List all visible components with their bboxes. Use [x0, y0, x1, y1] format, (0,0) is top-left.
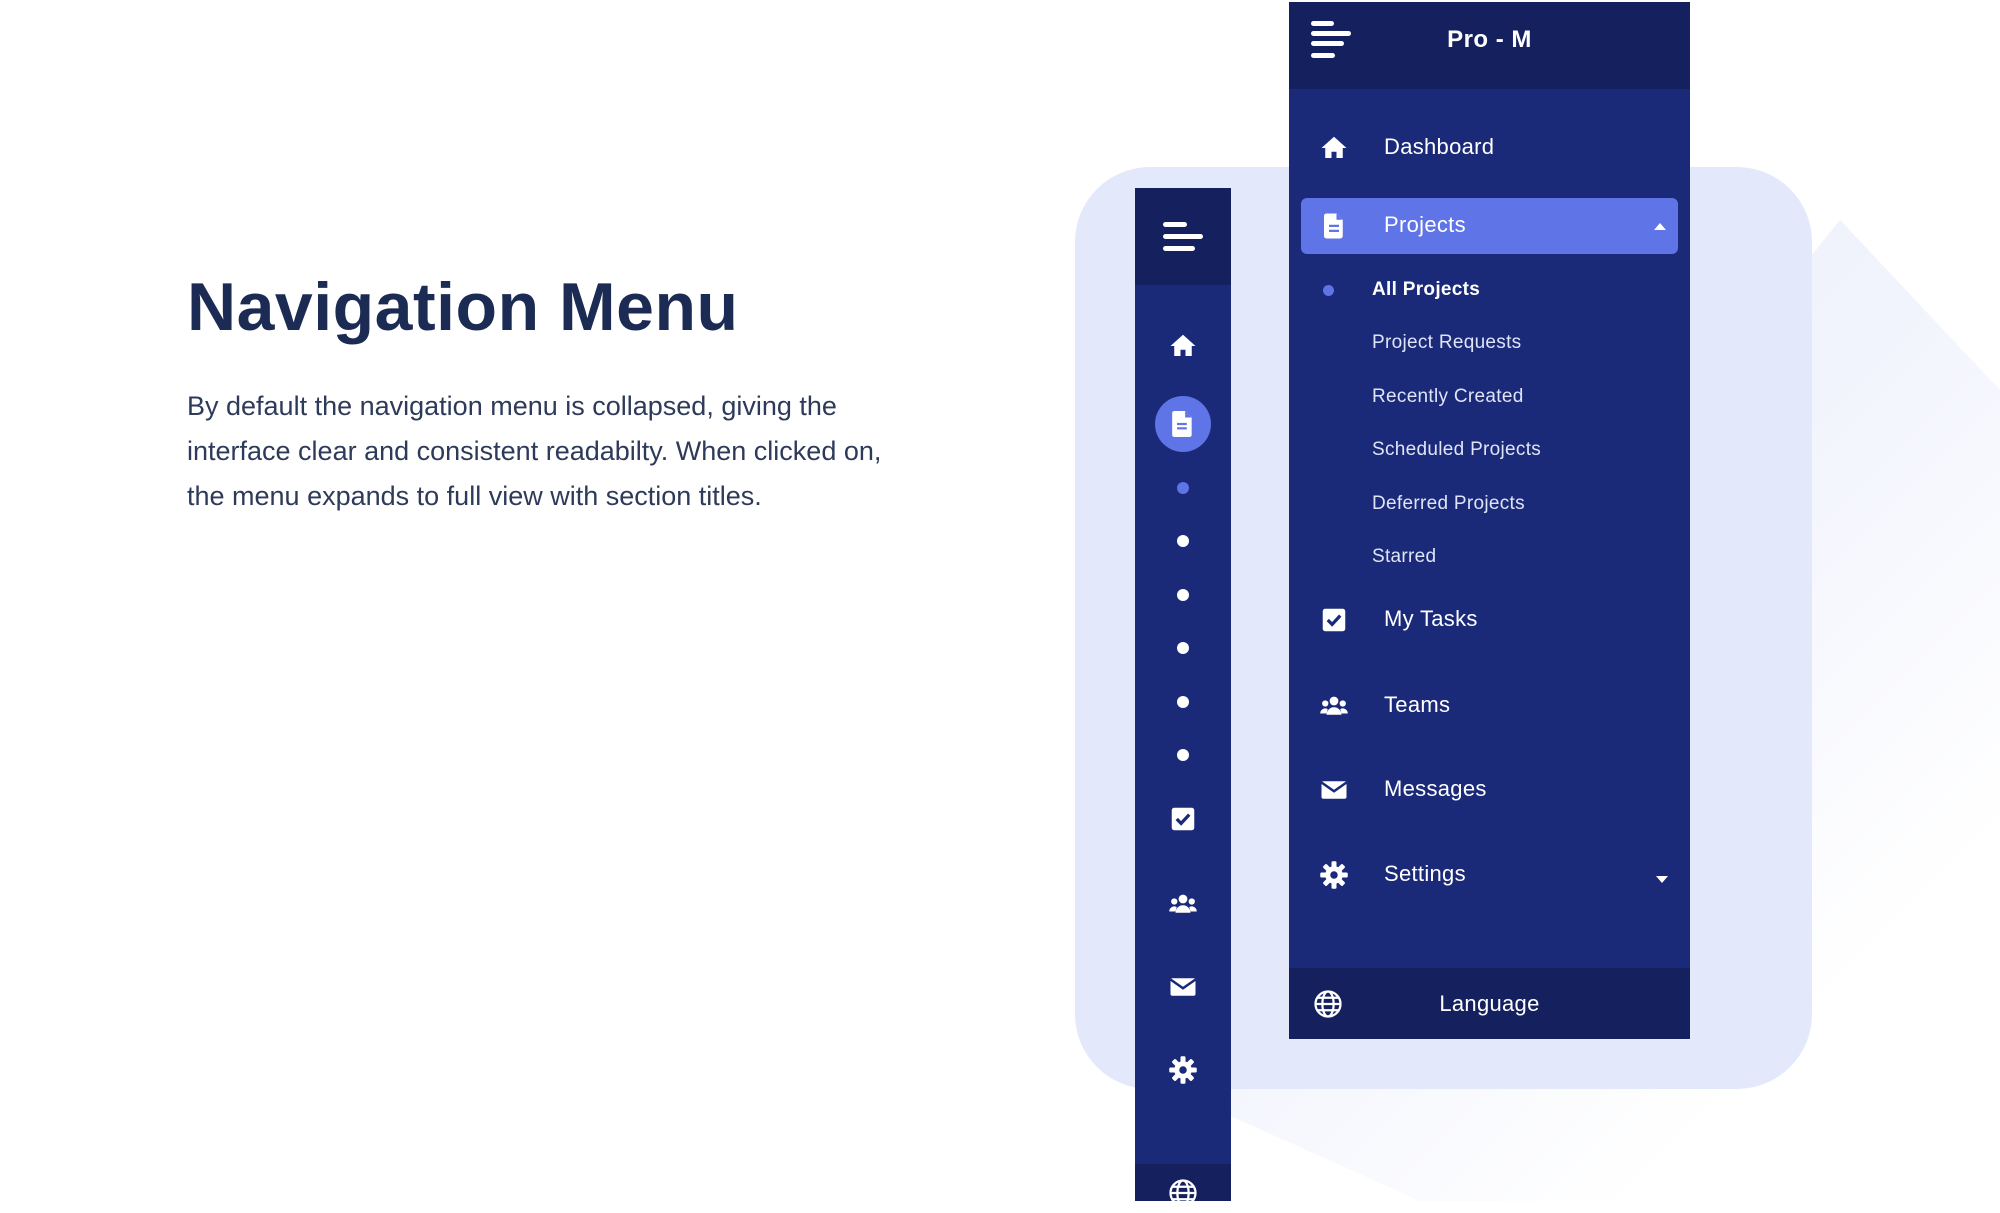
chevron-down-icon[interactable]	[1656, 876, 1668, 883]
expanded-nav-panel: Pro - M Dashboard Projects All Projects …	[1289, 2, 1690, 1039]
collapsed-nav-footer	[1135, 1164, 1231, 1207]
expanded-nav-header: Pro - M	[1289, 2, 1690, 89]
subnav-label: All Projects	[1372, 279, 1481, 300]
menu-icon[interactable]	[1163, 222, 1203, 252]
gear-icon	[1319, 860, 1349, 890]
subnav-item-project-requests[interactable]: Project Requests	[1289, 320, 1690, 366]
document-icon	[1319, 211, 1349, 241]
rail-item-projects[interactable]	[1155, 396, 1211, 452]
users-icon[interactable]	[1168, 889, 1198, 919]
rail-subitem-dot[interactable]	[1177, 642, 1189, 654]
subnav-label: Recently Created	[1372, 386, 1524, 407]
nav-label: Messages	[1384, 776, 1487, 801]
globe-icon[interactable]	[1168, 1178, 1198, 1208]
users-icon	[1319, 691, 1349, 721]
nav-item-settings[interactable]: Settings	[1301, 847, 1678, 903]
description-text: By default the navigation menu is collap…	[187, 391, 882, 511]
document-icon	[1172, 411, 1192, 437]
check-square-icon	[1319, 605, 1349, 635]
nav-label: Projects	[1384, 212, 1466, 237]
home-icon	[1319, 133, 1349, 163]
page-title: Navigation Menu	[187, 269, 739, 345]
subnav-item-all-projects[interactable]: All Projects	[1289, 267, 1690, 313]
expanded-nav-footer[interactable]: Language	[1289, 968, 1690, 1039]
rail-subitem-dot[interactable]	[1177, 749, 1189, 761]
mail-icon	[1319, 775, 1349, 805]
subnav-label: Scheduled Projects	[1372, 439, 1542, 460]
chevron-up-icon[interactable]	[1654, 223, 1666, 230]
nav-item-teams[interactable]: Teams	[1301, 678, 1678, 734]
subnav-item-deferred-projects[interactable]: Deferred Projects	[1289, 481, 1690, 527]
collapsed-nav-rail	[1135, 188, 1231, 1207]
gear-icon[interactable]	[1168, 1055, 1198, 1085]
mail-icon[interactable]	[1168, 972, 1198, 1002]
nav-item-my-tasks[interactable]: My Tasks	[1301, 592, 1678, 648]
subnav-item-scheduled-projects[interactable]: Scheduled Projects	[1289, 427, 1690, 473]
collapsed-nav-header	[1135, 188, 1231, 285]
language-label: Language	[1439, 991, 1540, 1016]
check-square-icon[interactable]	[1168, 804, 1198, 834]
subnav-item-starred[interactable]: Starred	[1289, 534, 1690, 580]
nav-label: My Tasks	[1384, 606, 1478, 631]
rail-subitem-dot[interactable]	[1177, 696, 1189, 708]
rail-subitem-dot[interactable]	[1177, 535, 1189, 547]
rail-subitem-dot[interactable]	[1177, 482, 1189, 494]
app-title: Pro - M	[1447, 26, 1532, 53]
subnav-label: Deferred Projects	[1372, 493, 1525, 514]
nav-label: Dashboard	[1384, 134, 1495, 159]
home-icon[interactable]	[1168, 331, 1198, 361]
nav-label: Settings	[1384, 861, 1466, 886]
nav-label: Teams	[1384, 692, 1451, 717]
subnav-label: Starred	[1372, 546, 1437, 567]
subnav-item-recently-created[interactable]: Recently Created	[1289, 374, 1690, 420]
subnav-label: Project Requests	[1372, 332, 1522, 353]
nav-item-dashboard[interactable]: Dashboard	[1301, 120, 1678, 176]
active-indicator-dot	[1323, 285, 1334, 296]
rail-subitem-dot[interactable]	[1177, 589, 1189, 601]
nav-item-messages[interactable]: Messages	[1301, 762, 1678, 818]
nav-item-projects[interactable]: Projects	[1301, 198, 1678, 254]
